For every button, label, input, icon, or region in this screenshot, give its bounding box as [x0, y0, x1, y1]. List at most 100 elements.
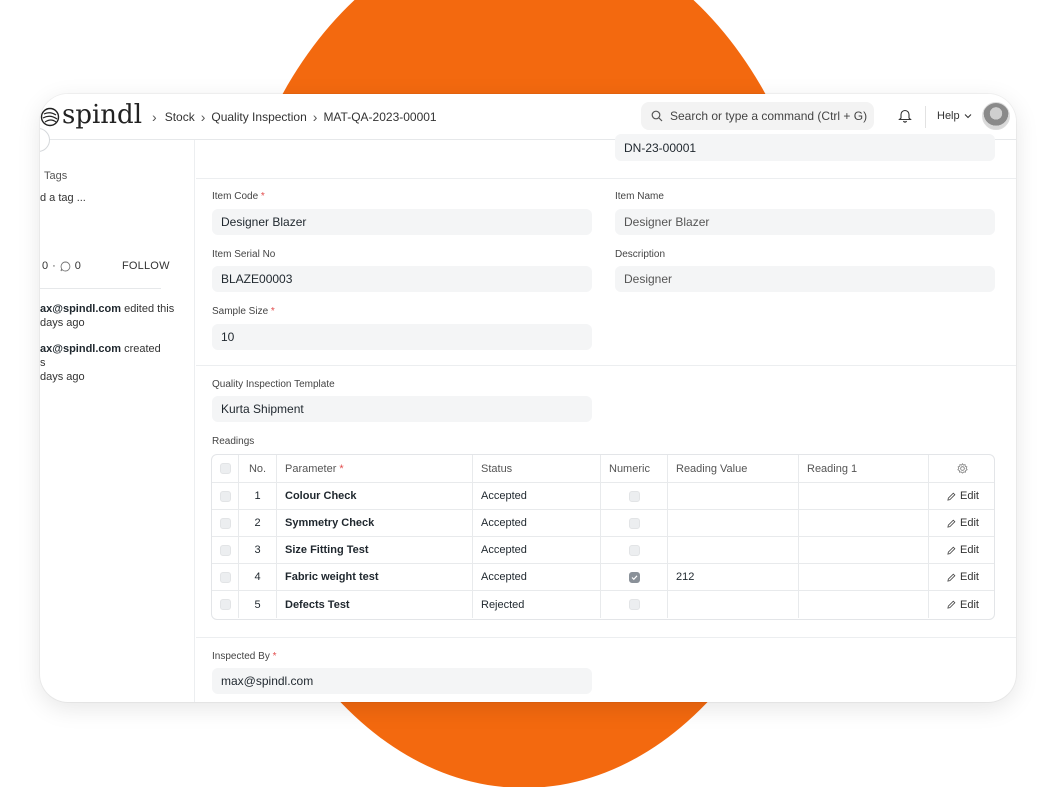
app-logo[interactable]: spindl [40, 102, 142, 128]
help-dropdown[interactable]: Help [937, 110, 972, 122]
activity-action: edited this [121, 303, 175, 315]
comment-icon[interactable] [60, 261, 71, 272]
row-status: Rejected [473, 591, 601, 618]
edit-row-button[interactable]: Edit [929, 591, 994, 618]
inspected-by-label: Inspected By * [212, 651, 277, 662]
sidebar: Tags d a tag ... 0 · 0 FOLLOW ax@spindl.… [40, 128, 195, 702]
row-checkbox[interactable] [219, 544, 231, 556]
row-status: Accepted [473, 537, 601, 563]
edit-row-button[interactable]: Edit [929, 537, 994, 563]
row-checkbox[interactable] [219, 571, 231, 583]
row-checkbox[interactable] [219, 490, 231, 502]
row-parameter: Symmetry Check [277, 510, 473, 536]
numeric-checkbox[interactable] [628, 517, 640, 529]
activity-extra: s [40, 357, 46, 369]
edit-row-button[interactable]: Edit [929, 564, 994, 590]
item-serial-label: Item Serial No [212, 249, 276, 260]
activity-item: ax@spindl.com edited this days ago [40, 302, 174, 330]
pencil-icon [947, 546, 956, 555]
table-row[interactable]: 5 Defects Test Rejected Edit [212, 591, 994, 618]
inspected-by-field[interactable]: max@spindl.com [212, 668, 592, 694]
item-serial-field[interactable]: BLAZE00003 [212, 266, 592, 292]
numeric-checkbox[interactable] [628, 544, 640, 556]
row-reading-value [668, 537, 799, 563]
row-reading-1 [799, 483, 929, 509]
row-status: Accepted [473, 510, 601, 536]
readings-table: No. Parameter * Status Numeric Reading V… [211, 454, 995, 620]
row-reading-1 [799, 591, 929, 618]
activity-time: days ago [40, 371, 85, 383]
activity-user[interactable]: ax@spindl.com [40, 303, 121, 315]
search-input[interactable]: Search or type a command (Ctrl + G) [641, 102, 874, 130]
numeric-checkbox[interactable] [628, 599, 640, 610]
activity-user[interactable]: ax@spindl.com [40, 343, 121, 355]
row-no: 5 [239, 591, 277, 618]
row-numeric-cell [601, 510, 668, 536]
pencil-icon [947, 519, 956, 528]
row-parameter: Size Fitting Test [277, 537, 473, 563]
sample-size-field[interactable]: 10 [212, 324, 592, 350]
table-row[interactable]: 1 Colour Check Accepted Edit [212, 483, 994, 510]
row-reading-value [668, 483, 799, 509]
description-field: Designer [615, 266, 995, 292]
pencil-icon [947, 600, 956, 609]
pencil-icon [947, 492, 956, 501]
item-name-label: Item Name [615, 191, 664, 202]
row-numeric-cell [601, 591, 668, 618]
follow-button[interactable]: FOLLOW [122, 260, 170, 272]
row-select-cell [212, 591, 239, 618]
template-label: Quality Inspection Template [212, 379, 335, 390]
avatar[interactable] [982, 102, 1010, 130]
row-no: 3 [239, 537, 277, 563]
table-row[interactable]: 2 Symmetry Check Accepted Edit [212, 510, 994, 537]
breadcrumb-document[interactable]: MAT-QA-2023-00001 [323, 110, 436, 124]
numeric-checkbox-checked[interactable] [628, 571, 640, 583]
table-header-row: No. Parameter * Status Numeric Reading V… [212, 455, 994, 483]
engagement-counts: 0 · 0 [42, 260, 81, 272]
col-reading-1: Reading 1 [799, 455, 929, 482]
bell-icon[interactable] [898, 108, 912, 123]
activity-time: days ago [40, 317, 85, 329]
gear-icon[interactable] [957, 463, 968, 474]
app-window: spindl › Stock › Quality Inspection › MA… [40, 94, 1016, 702]
breadcrumb-stock[interactable]: Stock [165, 110, 195, 124]
template-field[interactable]: Kurta Shipment [212, 396, 592, 422]
row-reading-value [668, 591, 799, 618]
row-status: Accepted [473, 564, 601, 590]
tags-label: Tags [44, 170, 68, 182]
col-no: No. [239, 455, 277, 482]
separator-dot: · [52, 260, 56, 272]
table-row[interactable]: 3 Size Fitting Test Accepted Edit [212, 537, 994, 564]
reference-field[interactable]: DN-23-00001 [615, 134, 995, 161]
row-checkbox[interactable] [219, 517, 231, 529]
logo-text: spindl [62, 99, 143, 130]
section-divider [196, 178, 1016, 179]
likes-count[interactable]: 0 [42, 260, 48, 272]
edit-row-button[interactable]: Edit [929, 510, 994, 536]
edit-row-button[interactable]: Edit [929, 483, 994, 509]
search-icon [651, 110, 663, 122]
col-parameter: Parameter * [277, 455, 473, 482]
row-parameter: Defects Test [277, 591, 473, 618]
item-code-field[interactable]: Designer Blazer [212, 209, 592, 235]
row-reading-value [668, 510, 799, 536]
chevron-right-icon: › [312, 108, 318, 125]
form-main: DN-23-00001 Item Code * Designer Blazer … [196, 134, 1016, 702]
row-reading-1 [799, 537, 929, 563]
chevron-down-icon [964, 114, 972, 119]
logo-mark-icon [40, 107, 60, 126]
breadcrumb-quality-inspection[interactable]: Quality Inspection [211, 110, 306, 124]
sample-size-label: Sample Size * [212, 306, 275, 317]
row-no: 1 [239, 483, 277, 509]
comments-count[interactable]: 0 [75, 260, 81, 272]
select-all-cell [212, 455, 239, 482]
readings-label: Readings [212, 436, 255, 447]
row-checkbox[interactable] [219, 599, 231, 610]
col-reading-value: Reading Value [668, 455, 799, 482]
numeric-checkbox[interactable] [628, 490, 640, 502]
row-select-cell [212, 564, 239, 590]
select-all-checkbox[interactable] [219, 463, 231, 474]
table-row[interactable]: 4 Fabric weight test Accepted 212 Edit [212, 564, 994, 591]
add-tag-input[interactable]: d a tag ... [40, 192, 86, 204]
row-numeric-cell [601, 564, 668, 590]
